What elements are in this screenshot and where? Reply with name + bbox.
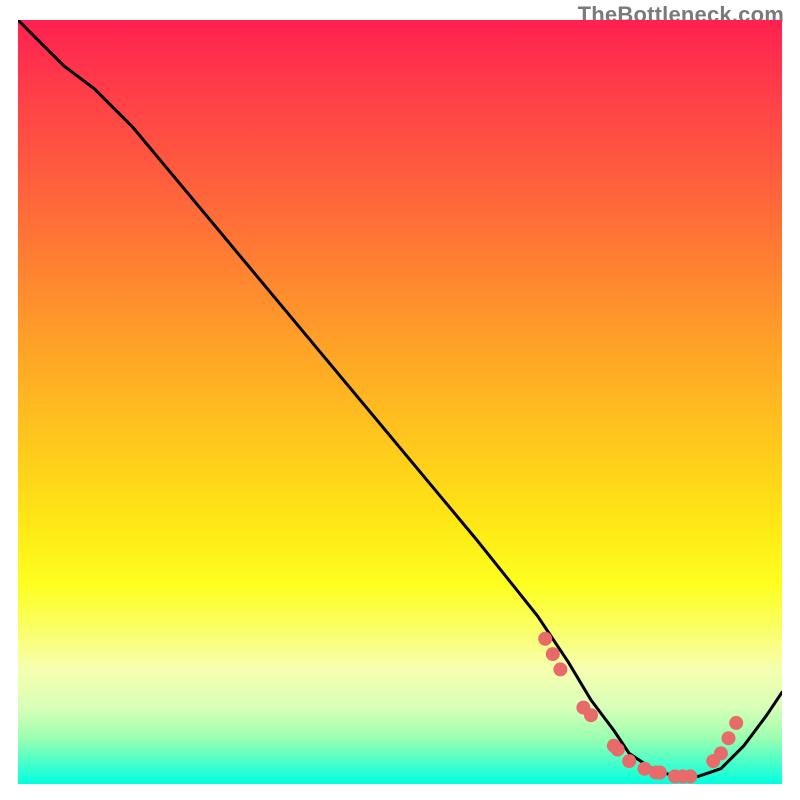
highlight-marker bbox=[538, 632, 552, 646]
highlight-marker bbox=[622, 754, 636, 768]
highlight-marker bbox=[729, 716, 743, 730]
highlight-marker bbox=[722, 731, 736, 745]
plot-area bbox=[18, 20, 782, 784]
chart-overlay-svg bbox=[18, 20, 782, 784]
highlight-marker bbox=[546, 647, 560, 661]
chart-container: TheBottleneck.com bbox=[0, 0, 800, 800]
highlight-marker bbox=[653, 766, 667, 780]
highlight-marker bbox=[553, 662, 567, 676]
highlight-marker bbox=[611, 743, 625, 757]
highlight-marker bbox=[714, 746, 728, 760]
highlight-marker bbox=[683, 769, 697, 783]
highlight-marker bbox=[584, 708, 598, 722]
bottleneck-curve bbox=[18, 20, 782, 776]
